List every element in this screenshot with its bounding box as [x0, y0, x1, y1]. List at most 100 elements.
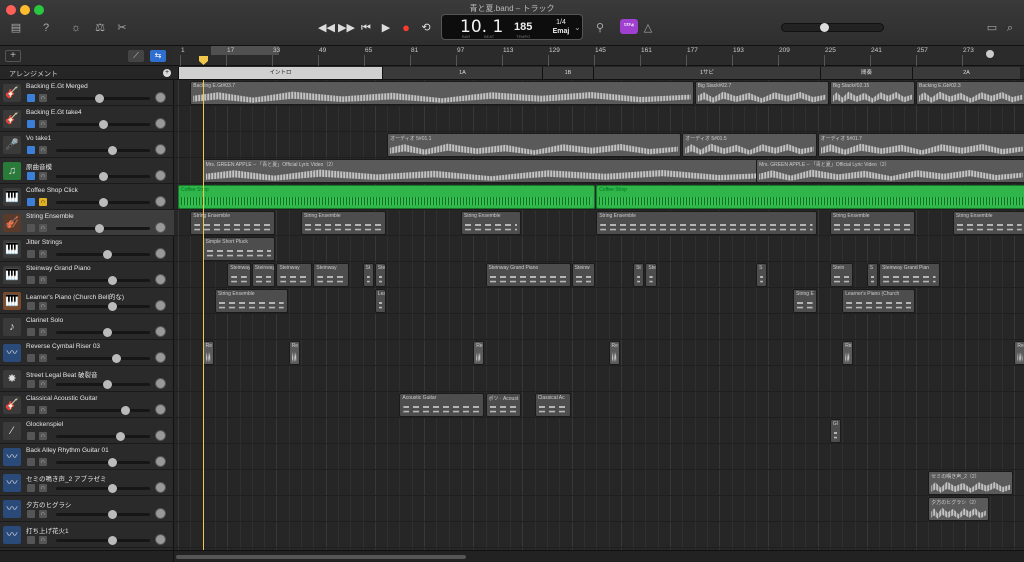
- midi-region[interactable]: Stein: [829, 263, 854, 287]
- volume-fader-knob[interactable]: [94, 224, 104, 233]
- midi-region[interactable]: Steinw: [571, 263, 596, 287]
- headphones-icon[interactable]: ∩: [39, 432, 47, 440]
- cycle-icon[interactable]: ⟲: [418, 21, 434, 35]
- audio-region[interactable]: Big Stack#02.7: [694, 81, 829, 105]
- volume-fader[interactable]: [56, 276, 150, 285]
- headphones-icon[interactable]: ∩: [39, 94, 47, 102]
- pan-knob[interactable]: [155, 196, 166, 207]
- audio-region[interactable]: Mrs. GREEN APPLE – 「青と夏」Official Lyric V…: [756, 159, 1024, 183]
- lcd-display[interactable]: 10. 1 BAR BEAT 185 TEMPO 1/4 Emaj ⌄: [441, 14, 583, 40]
- midi-region[interactable]: Learn: [374, 289, 387, 313]
- midi-region[interactable]: String Ensemble: [301, 211, 387, 235]
- cycle-range[interactable]: [211, 46, 279, 55]
- flex-icon[interactable]: ⇆: [150, 50, 166, 62]
- mute-button[interactable]: [27, 510, 35, 518]
- arrangement-section[interactable]: 1B: [542, 67, 593, 79]
- pan-knob[interactable]: [155, 378, 166, 389]
- pan-knob[interactable]: [155, 118, 166, 129]
- master-volume-slider[interactable]: [781, 23, 884, 32]
- volume-fader[interactable]: [56, 302, 150, 311]
- ruler[interactable]: 1 17 33 49 65 81 97 113 129 145 161 177 193 209 225 241…: [174, 46, 1024, 66]
- volume-fader-knob[interactable]: [107, 484, 117, 493]
- volume-fader-knob[interactable]: [99, 172, 108, 181]
- volume-fader[interactable]: [56, 250, 150, 259]
- midi-region[interactable]: String Ensemble: [829, 211, 915, 235]
- midi-region[interactable]: Steinway Grand Pian: [879, 263, 940, 287]
- volume-fader-knob[interactable]: [107, 302, 117, 311]
- audio-region[interactable]: Re: [202, 341, 214, 365]
- midi-region[interactable]: String Ensemble: [952, 211, 1024, 235]
- midi-region[interactable]: S: [866, 263, 879, 287]
- pan-knob[interactable]: [155, 482, 166, 493]
- volume-fader[interactable]: [56, 406, 150, 415]
- mute-button[interactable]: [27, 276, 35, 284]
- volume-fader-knob[interactable]: [107, 146, 117, 155]
- volume-fader-knob[interactable]: [116, 432, 126, 441]
- notepad-icon[interactable]: ▭: [984, 21, 1000, 35]
- smart-controls-icon[interactable]: ☼: [68, 21, 84, 35]
- track-header[interactable]: ♪ Clarinet Solo ∩: [0, 314, 174, 340]
- volume-fader[interactable]: [56, 484, 150, 493]
- headphones-icon[interactable]: ∩: [39, 302, 47, 310]
- audio-region[interactable]: セミの鳴き声_2（2）: [928, 471, 1014, 495]
- count-in-button[interactable]: ¹²³⁴: [620, 19, 638, 34]
- volume-fader-knob[interactable]: [103, 250, 113, 259]
- track-header[interactable]: 🎸 Backing E.Gt Merged ∩: [0, 80, 174, 106]
- audio-region[interactable]: オーディオ 5#01.1: [387, 133, 682, 157]
- library-icon[interactable]: ▤: [8, 21, 24, 35]
- audio-region[interactable]: Re: [842, 341, 854, 365]
- volume-fader-knob[interactable]: [99, 198, 108, 207]
- audio-region[interactable]: Coffee Shop: [596, 185, 1024, 209]
- pan-knob[interactable]: [155, 508, 166, 519]
- track-header[interactable]: 🎸 Classical Acoustic Guitar ∩: [0, 392, 174, 418]
- pan-knob[interactable]: [155, 534, 166, 545]
- midi-region[interactable]: ポツ · Acoust: [485, 393, 522, 417]
- midi-region[interactable]: Ste: [645, 263, 657, 287]
- headphones-icon[interactable]: ∩: [39, 484, 47, 492]
- audio-region[interactable]: Backing E.Gt#03.7: [190, 81, 694, 105]
- pan-knob[interactable]: [155, 144, 166, 155]
- mute-button[interactable]: [27, 172, 35, 180]
- volume-fader[interactable]: [56, 198, 150, 207]
- headphones-icon[interactable]: ∩: [39, 354, 47, 362]
- volume-fader-knob[interactable]: [111, 354, 121, 363]
- pan-knob[interactable]: [155, 430, 166, 441]
- audio-region[interactable]: Coffee Shop: [178, 185, 596, 209]
- chevron-down-icon[interactable]: ⌄: [574, 23, 581, 32]
- headphones-icon[interactable]: ∩: [39, 406, 47, 414]
- midi-region[interactable]: Acoustic Guitar: [399, 393, 485, 417]
- midi-region[interactable]: Steinway: [313, 263, 350, 287]
- midi-region[interactable]: String Ensemble: [596, 211, 817, 235]
- audio-region[interactable]: Backing E.Gt#02.3: [916, 81, 1024, 105]
- midi-region[interactable]: St: [633, 263, 645, 287]
- volume-fader[interactable]: [56, 328, 150, 337]
- mute-button[interactable]: [27, 302, 35, 310]
- headphones-icon[interactable]: ∩: [39, 510, 47, 518]
- headphones-icon[interactable]: ∩: [39, 536, 47, 544]
- automation-icon[interactable]: ⟋: [128, 50, 144, 62]
- track-header[interactable]: 🎤 Vo take1 ∩: [0, 132, 174, 158]
- pan-knob[interactable]: [155, 170, 166, 181]
- mute-button[interactable]: [27, 536, 35, 544]
- volume-fader-knob[interactable]: [99, 120, 108, 129]
- volume-fader-knob[interactable]: [120, 406, 130, 415]
- help-icon[interactable]: ?: [38, 21, 54, 35]
- midi-region[interactable]: Classical Ac: [534, 393, 571, 417]
- master-volume-knob[interactable]: [819, 23, 829, 32]
- track-header[interactable]: 🎹 Coffee Shop Click ∩: [0, 184, 174, 210]
- pan-knob[interactable]: [155, 274, 166, 285]
- pan-knob[interactable]: [155, 222, 166, 233]
- mute-button[interactable]: [27, 94, 35, 102]
- midi-region[interactable]: Steinway: [276, 263, 313, 287]
- volume-fader[interactable]: [56, 354, 150, 363]
- audio-region[interactable]: Re: [473, 341, 485, 365]
- mute-button[interactable]: [27, 458, 35, 466]
- editors-icon[interactable]: ✂: [114, 21, 130, 35]
- ruler-zoom-knob[interactable]: [986, 50, 994, 58]
- track-header[interactable]: 〰夕方のヒグラシ ∩: [0, 496, 174, 522]
- metronome-icon[interactable]: △: [640, 21, 656, 35]
- pan-knob[interactable]: [155, 456, 166, 467]
- midi-region[interactable]: Steinway: [227, 263, 251, 287]
- mute-button[interactable]: [27, 354, 35, 362]
- track-header[interactable]: ⁄ Glockenspiel ∩: [0, 418, 174, 444]
